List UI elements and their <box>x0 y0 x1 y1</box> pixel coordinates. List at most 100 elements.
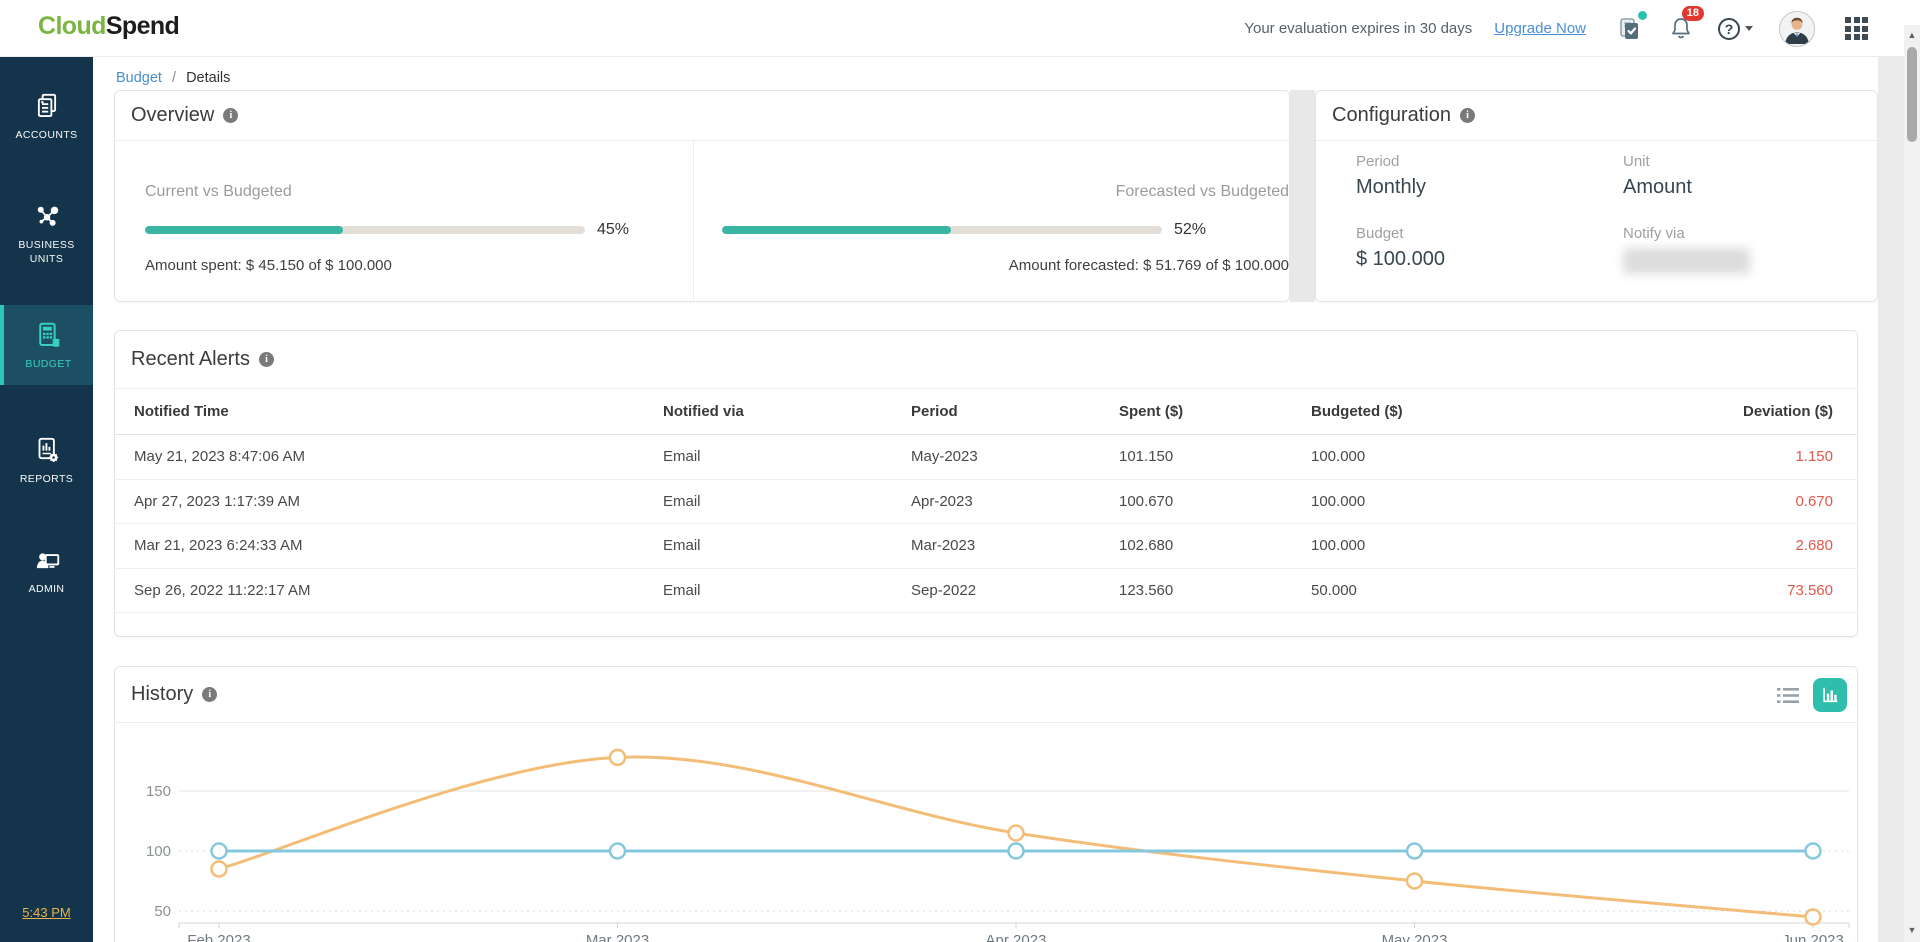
data-point-spent[interactable] <box>1407 874 1422 889</box>
alerts-table: Notified TimeNotified viaPeriodSpent ($)… <box>115 389 1857 613</box>
alert-row: Apr 27, 2023 1:17:39 AMEmailApr-2023100.… <box>115 480 1857 525</box>
data-point-spent[interactable] <box>1009 826 1024 841</box>
upgrade-now-link[interactable]: Upgrade Now <box>1494 20 1586 37</box>
chart-view-toggle-active[interactable] <box>1813 678 1847 712</box>
overview-title: Overview <box>131 104 214 127</box>
configuration-title: Configuration <box>1332 104 1451 127</box>
metric-label: Forecasted vs Budgeted <box>722 183 1289 201</box>
alert-cell: Email <box>663 582 911 599</box>
scroll-up-arrow[interactable]: ▲ <box>1904 27 1920 43</box>
bell-icon[interactable]: 18 <box>1668 16 1694 42</box>
alert-cell: 100.000 <box>1311 493 1641 510</box>
y-axis-tick-label: 100 <box>146 843 171 860</box>
alert-cell: 1.150 <box>1641 448 1833 465</box>
scroll-down-arrow[interactable]: ▼ <box>1904 922 1920 938</box>
alert-cell: 100.000 <box>1311 537 1641 554</box>
sidebar-item-accounts[interactable]: ACCOUNTS <box>0 89 93 141</box>
sidebar-item-reports[interactable]: REPORTS <box>0 433 93 485</box>
user-avatar[interactable] <box>1779 11 1815 47</box>
content-right-gutter <box>1878 57 1904 942</box>
alert-cell: May 21, 2023 8:47:06 AM <box>134 448 663 465</box>
progress-percent: 52% <box>1174 221 1206 239</box>
field-label: Unit <box>1623 153 1857 170</box>
alert-cell: 0.670 <box>1641 493 1833 510</box>
config-field-notify-via: Notify via <box>1623 225 1857 274</box>
help-icon: ? <box>1718 18 1740 40</box>
accounts-icon <box>0 89 93 123</box>
x-axis-month-label: May 2023 <box>1382 932 1448 942</box>
admin-icon <box>0 543 93 577</box>
alerts-table-header: Notified TimeNotified viaPeriodSpent ($)… <box>115 389 1857 435</box>
logo-spend: Spend <box>106 12 179 40</box>
sidebar-item-business-units[interactable]: BUSINESS UNITS <box>0 199 93 265</box>
panel-splitter[interactable] <box>1290 90 1315 302</box>
progress-bar <box>722 226 1162 234</box>
data-point-spent[interactable] <box>1806 910 1821 925</box>
data-point-spent[interactable] <box>212 862 227 877</box>
info-icon[interactable]: i <box>1460 108 1475 123</box>
progress-fill <box>145 226 343 234</box>
business-units-icon <box>0 199 93 233</box>
info-icon[interactable]: i <box>223 108 238 123</box>
alert-row: May 21, 2023 8:47:06 AMEmailMay-2023101.… <box>115 435 1857 480</box>
apps-grid-icon[interactable] <box>1845 17 1868 40</box>
alert-cell: Sep 26, 2022 11:22:17 AM <box>134 582 663 599</box>
cloudspend-logo[interactable]: CloudSpend <box>38 12 179 41</box>
tasks-icon[interactable] <box>1616 15 1644 43</box>
alert-cell: 100.000 <box>1311 448 1641 465</box>
data-point-budgeted[interactable] <box>1407 844 1422 859</box>
list-view-toggle[interactable] <box>1777 686 1799 711</box>
sidebar-item-label: ADMIN <box>0 582 93 596</box>
overview-header: Overview i <box>115 91 1289 141</box>
recent-alerts-card: Recent Alerts i Notified TimeNotified vi… <box>114 330 1858 637</box>
data-point-budgeted[interactable] <box>212 844 227 859</box>
progress-fill <box>722 226 951 234</box>
topbar: CloudSpend Your evaluation expires in 30… <box>0 0 1920 57</box>
data-point-budgeted[interactable] <box>610 844 625 859</box>
y-axis-tick-label: 150 <box>146 783 171 800</box>
x-axis-month-label: Mar 2023 <box>586 932 649 942</box>
alert-cell: 100.670 <box>1119 493 1311 510</box>
history-card: History i 15010050Feb 2023Mar 2023Apr <box>114 666 1858 942</box>
topbar-actions: Your evaluation expires in 30 days Upgra… <box>1244 0 1868 57</box>
sidebar-item-admin[interactable]: ADMIN <box>0 543 93 595</box>
sidebar-item-budget[interactable]: BUDGET <box>0 305 93 385</box>
column-header: Period <box>911 403 1119 420</box>
data-point-budgeted[interactable] <box>1009 844 1024 859</box>
field-value: $ 100.000 <box>1356 248 1623 271</box>
field-value: Monthly <box>1356 176 1623 199</box>
data-point-budgeted[interactable] <box>1806 844 1821 859</box>
column-header: Spent ($) <box>1119 403 1311 420</box>
alert-cell: Email <box>663 493 911 510</box>
main-content: Budget / Details Overview i Current vs B… <box>93 57 1920 942</box>
breadcrumb: Budget / Details <box>116 70 230 86</box>
metric-label: Current vs Budgeted <box>145 183 693 201</box>
help-menu[interactable]: ? <box>1718 18 1753 40</box>
history-line-chart[interactable]: 15010050Feb 2023Mar 2023Apr 2023May 2023… <box>115 723 1859 942</box>
field-label: Period <box>1356 153 1623 170</box>
breadcrumb-budget[interactable]: Budget <box>116 70 162 86</box>
reports-icon <box>0 433 93 467</box>
page-scrollbar[interactable]: ▲ ▼ <box>1904 25 1920 942</box>
scrollbar-thumb[interactable] <box>1907 47 1917 142</box>
sidebar: ACCOUNTS BUSINESS UNITS <box>0 57 93 942</box>
data-point-spent[interactable] <box>610 750 625 765</box>
history-header: History i <box>115 667 1857 723</box>
clock-time-link[interactable]: 5:43 PM <box>0 905 93 920</box>
info-icon[interactable]: i <box>259 352 274 367</box>
alert-cell: 50.000 <box>1311 582 1641 599</box>
sidebar-item-label: BUDGET <box>4 357 93 371</box>
alert-cell: 102.680 <box>1119 537 1311 554</box>
forecasted-vs-budgeted-panel: Forecasted vs Budgeted 52% Amount foreca… <box>693 141 1289 301</box>
y-axis-tick-label: 50 <box>154 903 171 920</box>
alert-cell: 73.560 <box>1641 582 1833 599</box>
notification-dot <box>1638 11 1647 20</box>
logo-cloud: Cloud <box>38 12 106 40</box>
x-axis-month-label: Jun 2023 <box>1782 932 1844 942</box>
budget-icon <box>4 318 93 352</box>
info-icon[interactable]: i <box>202 687 217 702</box>
config-field-budget: Budget $ 100.000 <box>1356 225 1623 274</box>
breadcrumb-details: Details <box>186 70 230 86</box>
sidebar-item-label: ACCOUNTS <box>0 128 93 142</box>
column-header: Notified Time <box>134 403 663 420</box>
